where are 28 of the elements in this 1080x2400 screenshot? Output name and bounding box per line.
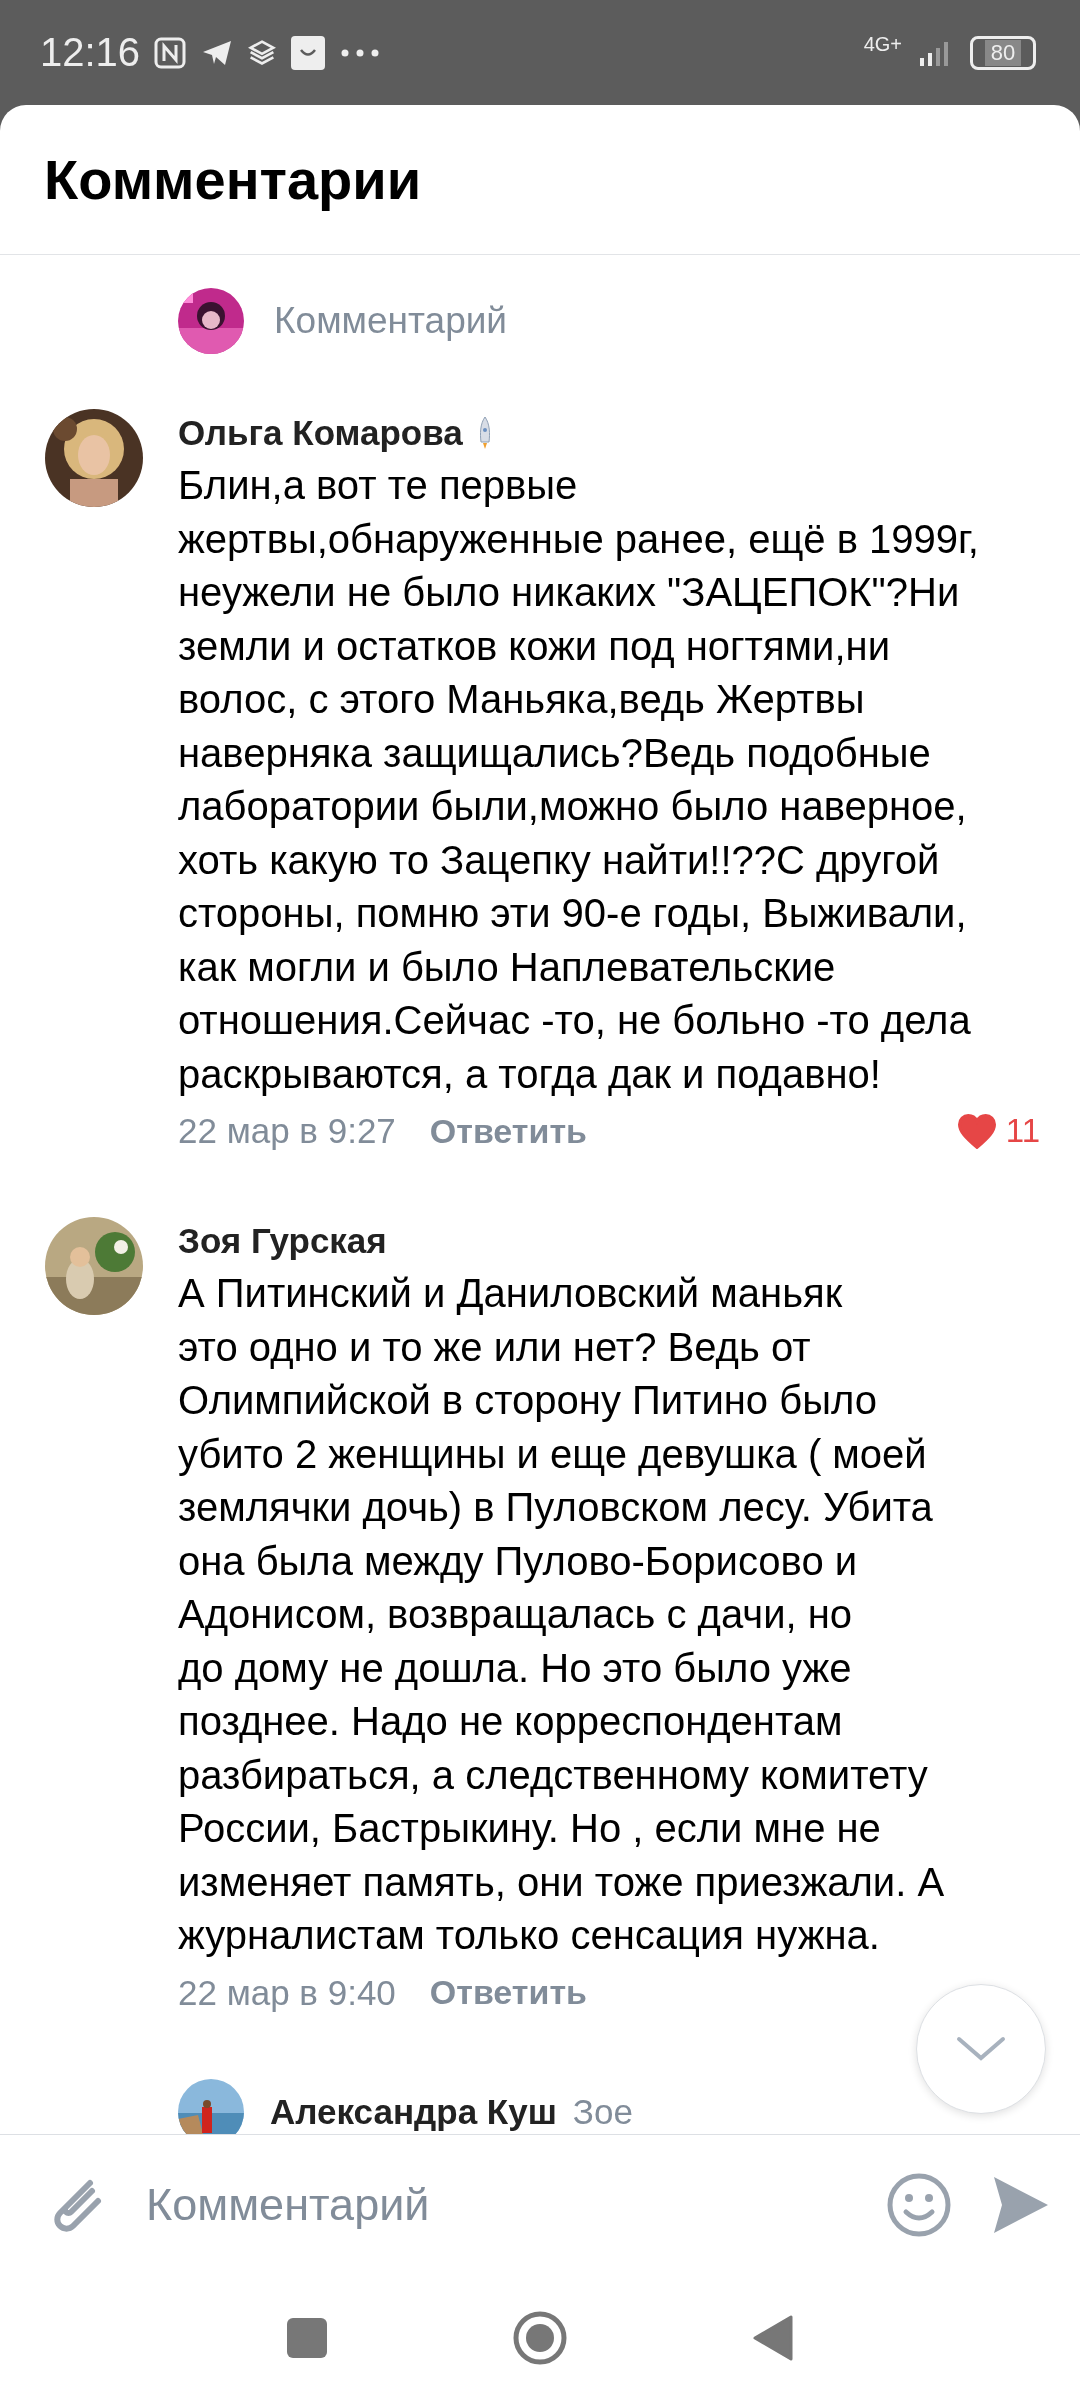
more-icon: [340, 47, 381, 58]
reply-link[interactable]: Ответить: [429, 1973, 587, 2012]
home-icon[interactable]: [512, 2309, 568, 2366]
comment-date: 22 мар в 9:27: [178, 1111, 396, 1151]
comment-text: А Питинский и Даниловский маньяк это одно и то же или нет? Ведь от Олимпийской в сторону Питино было убито 2 женщины и еще девушка ( моей землячки дочь) в Пуловском лесу. Убита она была между Пулово-Борисово и Адонисом, возвращалась с дачи, но до дому не дошла. Но это было уже позднее. Надо не корреспондентам разбираться, а следственному комитету России, Бастрыкину. Но , если мне не изменяет память, они тоже приезжали. А журналистам только сенсация нужна.: [178, 1270, 946, 1959]
comment-field[interactable]: Комментарий: [274, 300, 508, 342]
like-count: 11: [1005, 1112, 1040, 1150]
emoji-icon[interactable]: [886, 2172, 952, 2238]
reply-link[interactable]: Ответить: [429, 1111, 587, 1151]
comment-date: 22 мар в 9:40: [178, 1972, 396, 2013]
author-name[interactable]: Александра Куш: [270, 2091, 557, 2132]
recent-apps-icon[interactable]: [287, 2317, 327, 2358]
back-icon[interactable]: [753, 2314, 793, 2361]
battery-icon: 80: [970, 35, 1036, 70]
comment-input[interactable]: Комментарий: [146, 2179, 846, 2231]
author-name[interactable]: Зоя Гурская: [178, 1221, 387, 1261]
page-title: Комментарии: [44, 147, 422, 212]
chevron-down-icon: [956, 2036, 1006, 2062]
status-time: 12:16: [40, 30, 141, 75]
network-label: 4G+: [863, 33, 902, 56]
comment-text: Блин,а вот те первые жертвы,обнаруженные ранее, ещё в 1999г, неужели не было никаких "ЗАЦЕПОК"?Ни земли и остатков кожи под ногтями,ни волос, с этого Маньяка,ведь Жертвы наверняка защищались?Ведь подобные лаборатории были,можно было наверное, хоть какую то Зацепку найти!!??С другой стороны, помню эти 90-е годы, Выживали, как могли и было Наплевательские отношения.Сейчас -то, не больно -то дела раскрываются, а тогда дак и подавно!: [178, 462, 980, 1098]
layers-icon: [248, 38, 277, 67]
send-icon[interactable]: [992, 2175, 1050, 2235]
shopping-bag-icon: [290, 34, 327, 71]
reply-to-label: Зое: [572, 2091, 633, 2132]
nfc-icon: [154, 36, 187, 69]
author-name[interactable]: Ольга Комарова: [178, 413, 463, 453]
heart-icon[interactable]: [957, 1113, 996, 1149]
